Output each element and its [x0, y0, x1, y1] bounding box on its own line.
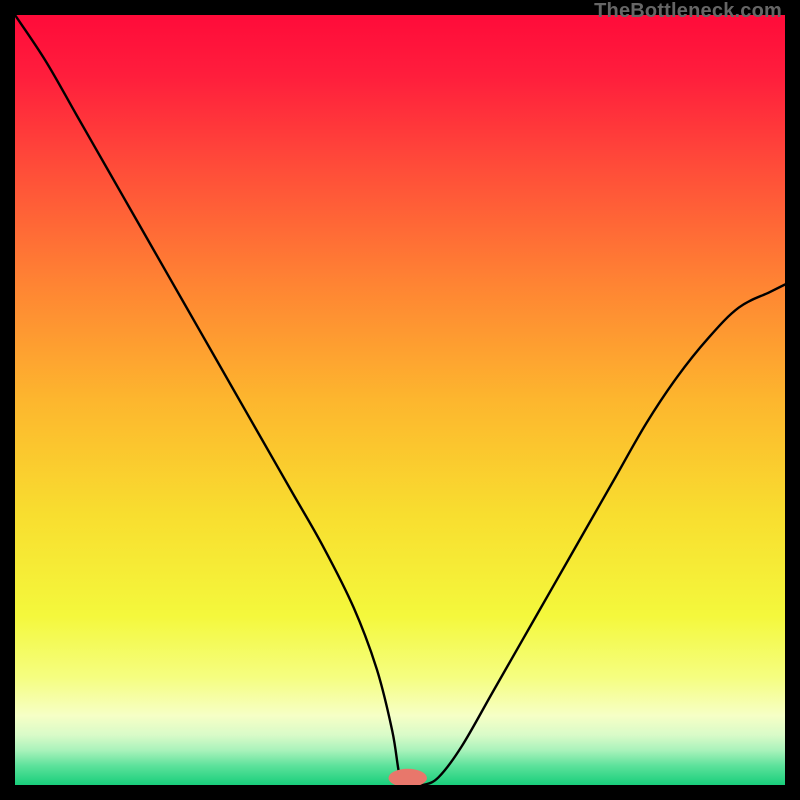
- bottleneck-chart: [15, 15, 785, 785]
- watermark-text: TheBottleneck.com: [594, 0, 782, 23]
- plot-background: [15, 15, 785, 785]
